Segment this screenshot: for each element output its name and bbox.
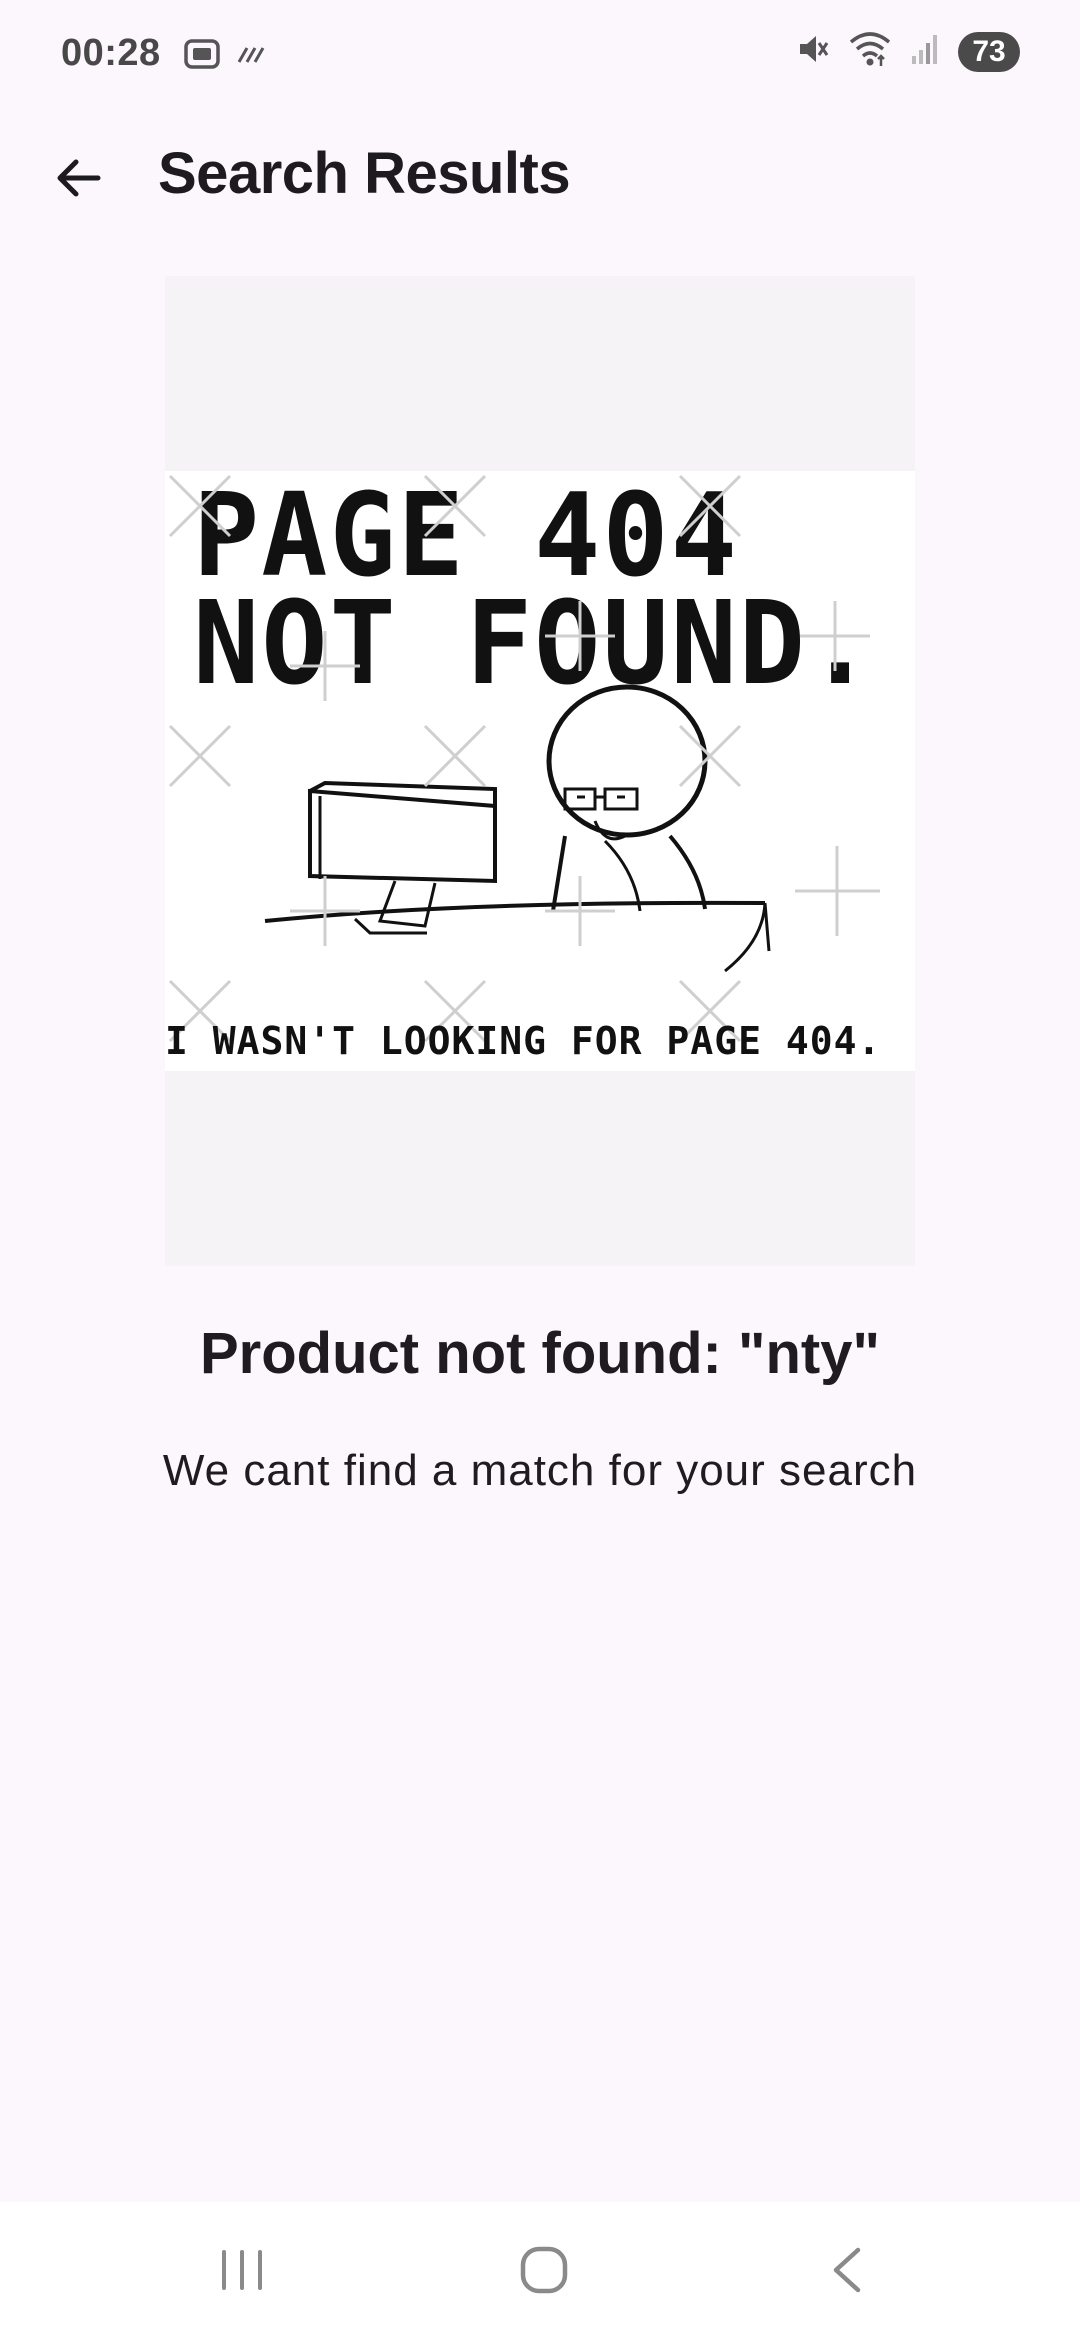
status-right-icons: 73 xyxy=(794,30,1020,73)
screenshot-icon xyxy=(183,36,221,77)
illustration-caption: I WASN'T LOOKING FOR PAGE 404. xyxy=(165,1019,882,1063)
status-left-icons xyxy=(183,36,269,77)
illustration-canvas: PAGE 404 NOT FOUND. I WASN'T LOOKING FOR… xyxy=(165,468,915,1071)
recent-apps-button[interactable] xyxy=(187,2230,297,2314)
battery-indicator: 73 xyxy=(958,31,1020,72)
wifi-icon xyxy=(848,30,892,73)
screen: 00:28 73 Search Results PAGE 404 NOT FOU… xyxy=(0,0,1080,2340)
data-saver-icon xyxy=(235,42,269,71)
back-button[interactable] xyxy=(40,142,116,218)
page-title: Search Results xyxy=(158,141,571,206)
recent-apps-icon xyxy=(218,2248,266,2297)
home-icon xyxy=(518,2244,570,2301)
arrow-left-icon xyxy=(52,152,104,209)
status-time: 00:28 xyxy=(61,32,161,74)
status-bar: 00:28 73 xyxy=(0,0,1080,112)
back-icon xyxy=(826,2244,866,2301)
home-button[interactable] xyxy=(489,2230,599,2314)
system-nav-bar xyxy=(0,2202,1080,2340)
not-found-title: Product not found: "nty" xyxy=(200,1321,880,1386)
app-bar: Search Results xyxy=(0,112,1080,244)
mute-icon xyxy=(794,31,830,72)
watermark-pattern xyxy=(168,474,880,1043)
system-back-button[interactable] xyxy=(791,2230,901,2314)
not-found-illustration: PAGE 404 NOT FOUND. I WASN'T LOOKING FOR… xyxy=(165,276,915,1266)
not-found-subtitle: We cant find a match for your search xyxy=(162,1446,918,1495)
signal-icon xyxy=(910,32,940,71)
